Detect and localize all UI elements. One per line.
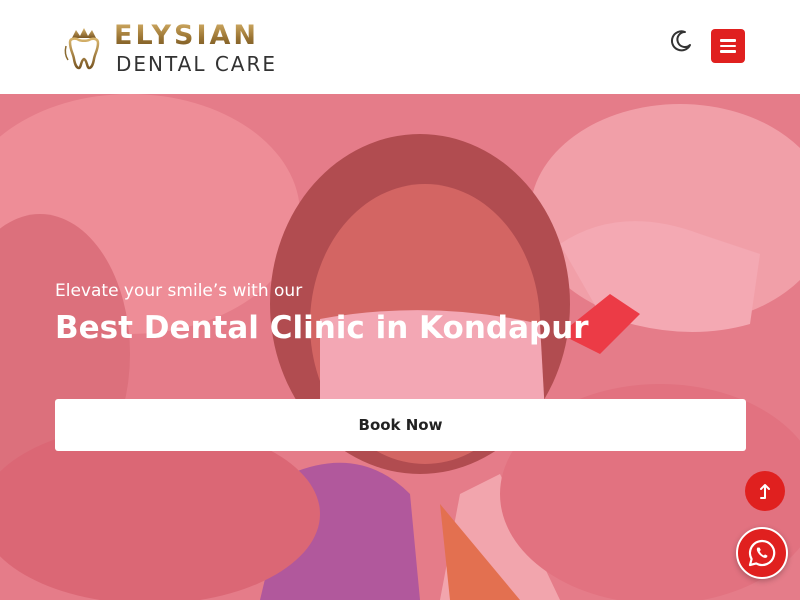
moon-icon[interactable] — [668, 28, 694, 54]
hero-banner: Elevate your smile’s with our Best Denta… — [0, 94, 800, 600]
logo-brand-name: ELYSIAN — [114, 20, 259, 51]
menu-bar — [720, 44, 736, 48]
menu-bar — [720, 50, 736, 53]
hero-title: Best Dental Clinic in Kondapur — [55, 310, 589, 346]
tooth-crown-icon — [64, 28, 100, 70]
menu-bar — [720, 39, 736, 42]
whatsapp-icon — [748, 539, 776, 567]
site-header: ELYSIAN DENTAL CARE — [0, 0, 800, 94]
arrow-up-icon — [760, 484, 770, 499]
hamburger-menu-icon[interactable] — [711, 29, 745, 63]
whatsapp-button[interactable] — [736, 527, 788, 579]
hero-subtitle: Elevate your smile’s with our — [55, 281, 303, 301]
logo-tagline: DENTAL CARE — [116, 52, 278, 76]
site-logo[interactable]: ELYSIAN DENTAL CARE — [62, 18, 292, 78]
book-now-button[interactable]: Book Now — [55, 399, 746, 451]
scroll-to-top-button[interactable] — [745, 471, 785, 511]
